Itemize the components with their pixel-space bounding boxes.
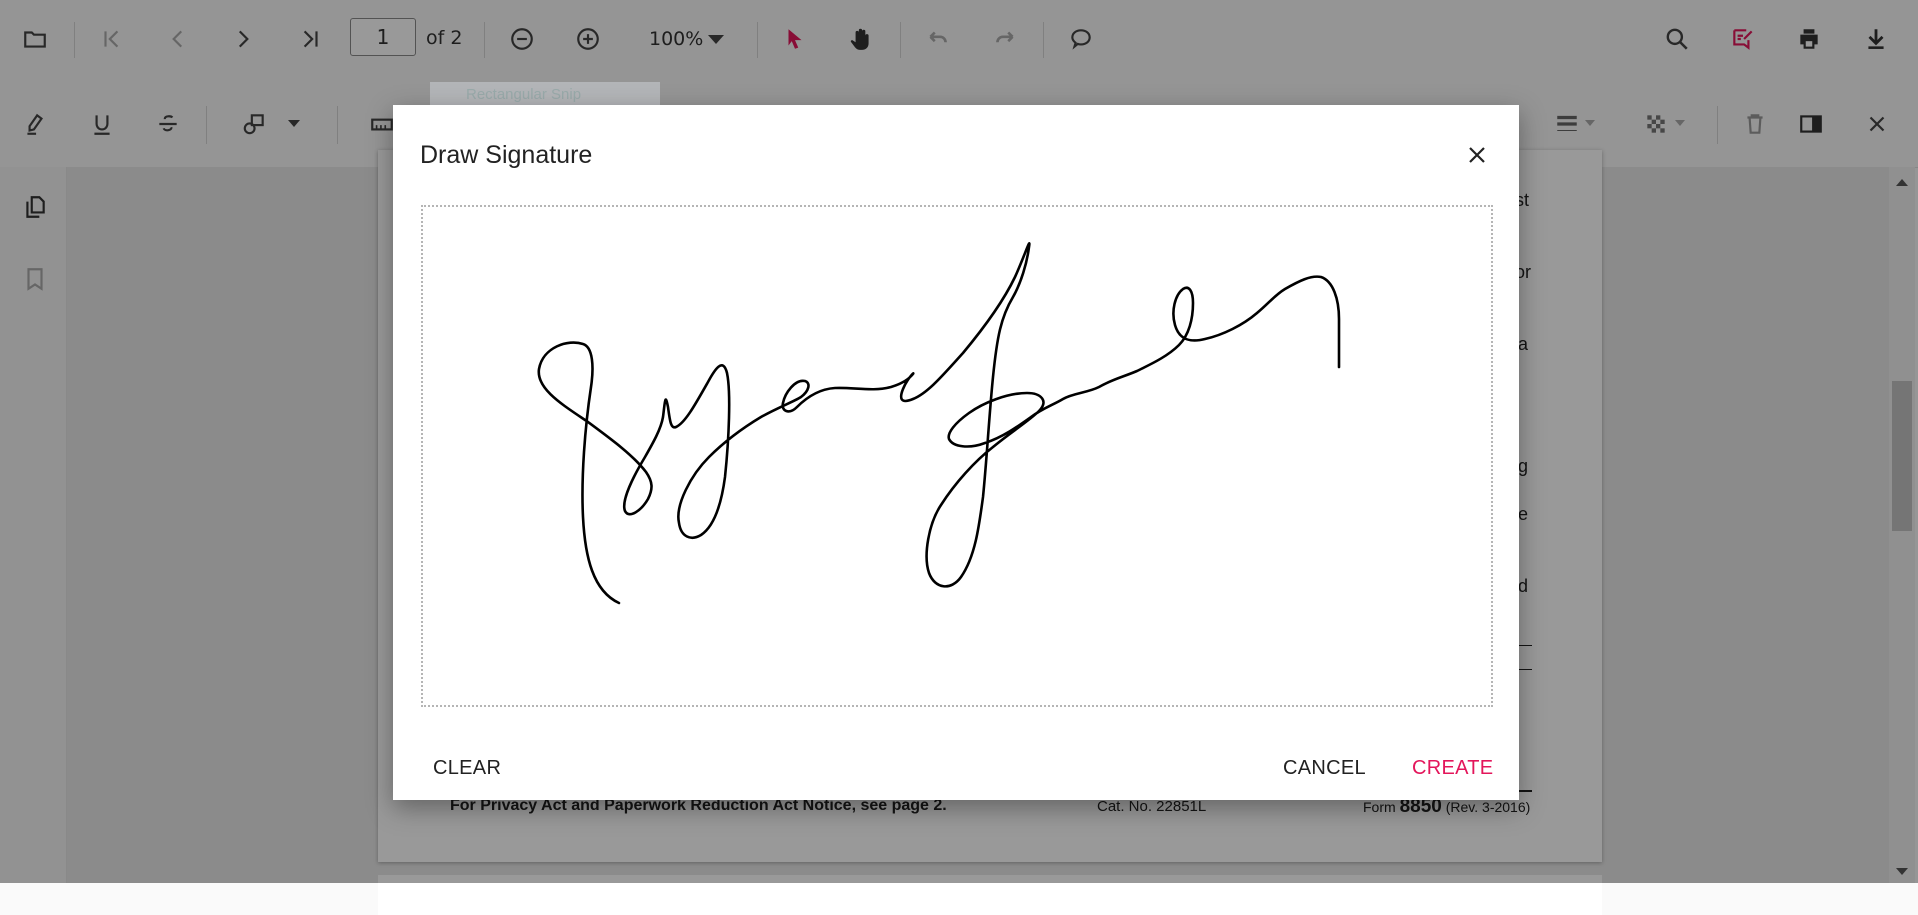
close-icon <box>1469 147 1485 163</box>
cancel-button[interactable]: CANCEL <box>1277 753 1372 784</box>
signature-stroke <box>537 242 1341 605</box>
dialog-title: Draw Signature <box>420 141 593 169</box>
signature-drawing <box>537 242 1341 605</box>
draw-signature-dialog: Draw Signature CLEAR CANCEL CREATE <box>393 105 1519 800</box>
create-button[interactable]: CREATE <box>1406 753 1499 784</box>
clear-button[interactable]: CLEAR <box>427 753 507 784</box>
close-dialog-button[interactable] <box>1457 135 1497 175</box>
signature-canvas[interactable] <box>421 205 1493 707</box>
